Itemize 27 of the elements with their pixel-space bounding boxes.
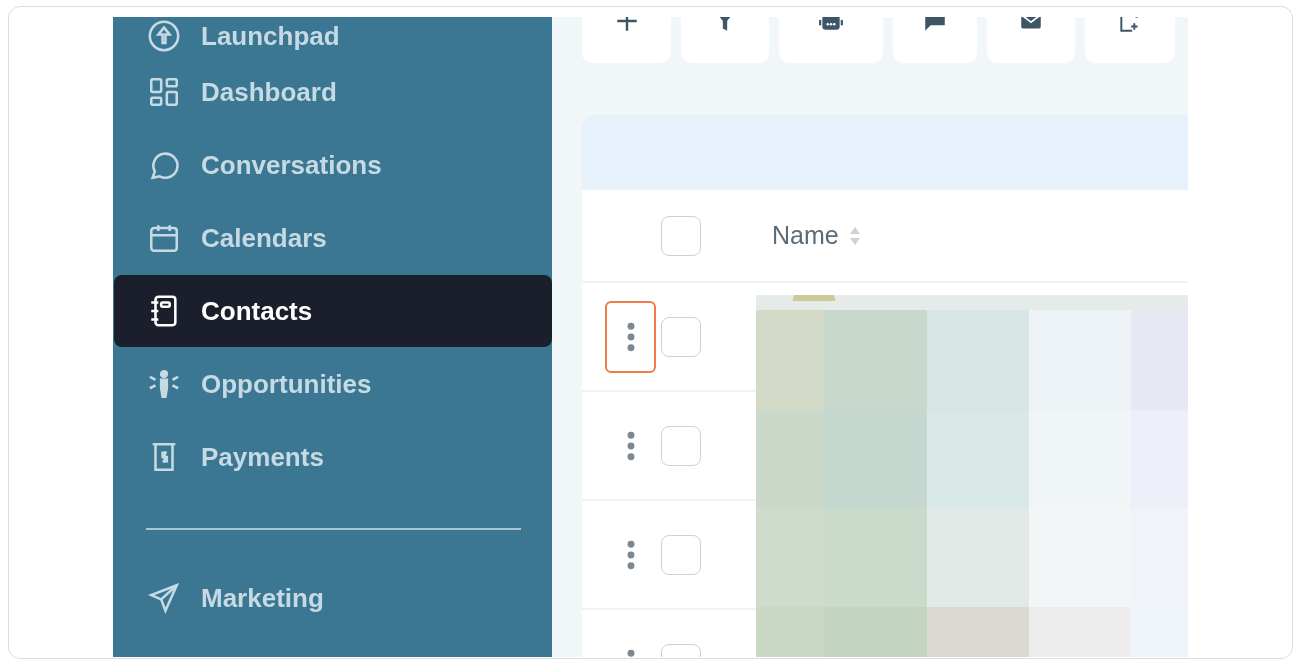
more-icon [626, 429, 635, 462]
dashboard-icon [147, 75, 181, 109]
select-all-checkbox[interactable] [661, 215, 701, 256]
row-menu-button[interactable] [605, 300, 656, 373]
message-button[interactable] [893, 17, 977, 63]
sidebar-item[interactable]: Marketing [114, 562, 552, 634]
robot-button[interactable] [779, 17, 883, 63]
mail-button[interactable] [987, 17, 1075, 63]
sidebar-item[interactable]: Conversations [114, 129, 552, 201]
sidebar-item[interactable]: Calendars [114, 202, 552, 274]
list-add-button[interactable] [1085, 17, 1175, 63]
sidebar-item[interactable]: Dashboard [114, 56, 552, 128]
sidebar-item[interactable]: Contacts [114, 275, 552, 347]
column-header[interactable]: Name [772, 221, 839, 250]
row-checkbox[interactable] [661, 425, 701, 466]
people-icon [147, 367, 181, 401]
sidebar-item[interactable]: Opportunities [114, 348, 552, 420]
more-icon [626, 320, 635, 353]
send-icon [147, 581, 181, 615]
row-checkbox[interactable] [661, 534, 701, 575]
sidebar-item[interactable]: Payments [114, 421, 552, 493]
filter-button[interactable] [681, 17, 769, 63]
plus-button[interactable] [582, 17, 671, 63]
sort-icon[interactable] [848, 225, 861, 246]
row-checkbox[interactable] [661, 316, 701, 357]
sidebar-item[interactable]: Launchpad [114, 17, 552, 55]
more-icon [626, 538, 635, 571]
